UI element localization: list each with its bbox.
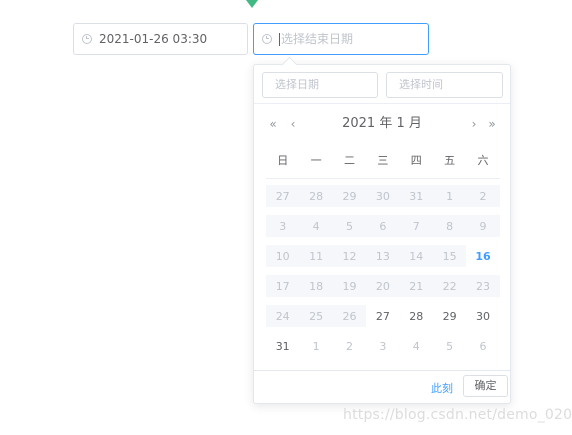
- day-grid: 27 28 29 30 31 1 2 3 4 5 6 7 8 9 10 11 12 13 14 15 16 17 18 19 2…: [266, 181, 500, 361]
- weekday-label: 六: [477, 154, 489, 167]
- week-row: 10 11 12 13 14 15 16: [266, 241, 500, 271]
- week-row: 27 28 29 30 31 1 2: [266, 181, 500, 211]
- day-cell[interactable]: 30: [466, 305, 499, 327]
- weekday-label: 三: [377, 154, 389, 167]
- day-cell: 5: [332, 215, 367, 237]
- day-cell: 28: [299, 185, 333, 207]
- day-cell: 8: [432, 215, 467, 237]
- day-cell: 14: [399, 245, 433, 267]
- day-cell: 7: [399, 215, 433, 237]
- start-datetime-value: 2021-01-26 03:30: [99, 32, 208, 46]
- week-row: 31 1 2 3 4 5 6: [266, 331, 500, 361]
- day-cell: 20: [366, 275, 400, 297]
- day-cell[interactable]: 28: [400, 305, 433, 327]
- end-date-input[interactable]: 选择结束日期: [253, 23, 429, 55]
- weekday-label: 一: [310, 154, 322, 167]
- day-cell[interactable]: 3: [366, 335, 399, 357]
- day-cell: 2: [466, 185, 500, 207]
- day-cell: 29: [332, 185, 367, 207]
- date-picker-panel: 选择日期 选择时间 « ‹ 2021 年 1 月 › » 日 一 二 三 四 五…: [253, 56, 511, 404]
- day-cell: 3: [266, 215, 300, 237]
- day-cell: 4: [299, 215, 333, 237]
- day-cell[interactable]: 27: [366, 305, 399, 327]
- day-cell: 23: [466, 275, 500, 297]
- day-cell: 21: [399, 275, 433, 297]
- day-cell: 12: [332, 245, 367, 267]
- weekday-header: 日 一 二 三 四 五 六: [266, 153, 500, 169]
- end-date-placeholder: 选择结束日期: [279, 31, 354, 46]
- day-cell-today[interactable]: 16: [466, 245, 499, 267]
- day-cell: 10: [266, 245, 300, 267]
- day-cell[interactable]: 29: [433, 305, 466, 327]
- day-cell: 13: [366, 245, 400, 267]
- day-cell: 9: [466, 215, 500, 237]
- day-cell: 27: [266, 185, 300, 207]
- day-cell: 25: [299, 305, 333, 327]
- weekday-divider: [266, 178, 500, 179]
- day-cell[interactable]: 4: [400, 335, 433, 357]
- time-input[interactable]: 选择时间: [386, 72, 503, 98]
- panel-footer: 此刻 确定: [254, 370, 510, 403]
- day-cell: 19: [332, 275, 367, 297]
- weekday-label: 二: [343, 154, 355, 167]
- weekday-label: 四: [410, 154, 422, 167]
- week-row: 24 25 26 27 28 29 30: [266, 301, 500, 331]
- calendar-header: « ‹ 2021 年 1 月 › »: [254, 113, 510, 135]
- marker-triangle: [246, 0, 258, 8]
- day-cell: 31: [399, 185, 433, 207]
- day-cell[interactable]: 1: [299, 335, 332, 357]
- day-cell[interactable]: 31: [266, 335, 299, 357]
- clock-icon: [262, 34, 272, 44]
- next-year-button[interactable]: »: [484, 113, 500, 135]
- clock-icon: [82, 34, 92, 44]
- next-month-button[interactable]: ›: [466, 113, 482, 135]
- weekday-label: 日: [277, 154, 289, 167]
- day-cell: 11: [299, 245, 333, 267]
- day-cell: 1: [432, 185, 467, 207]
- start-datetime-input[interactable]: 2021-01-26 03:30: [73, 23, 248, 55]
- day-cell: 15: [432, 245, 467, 267]
- day-cell[interactable]: 6: [466, 335, 499, 357]
- week-row: 3456789: [266, 211, 500, 241]
- day-cell: 24: [266, 305, 300, 327]
- day-cell: 18: [299, 275, 333, 297]
- date-input[interactable]: 选择日期: [262, 72, 378, 98]
- day-cell: 30: [366, 185, 400, 207]
- panel-pointer: [281, 56, 298, 73]
- confirm-button[interactable]: 确定: [463, 375, 508, 397]
- watermark: https://blog.csdn.net/demo_020: [343, 407, 572, 423]
- day-cell: 22: [432, 275, 467, 297]
- day-cell: 6: [366, 215, 400, 237]
- day-cell: 17: [266, 275, 300, 297]
- day-cell: 26: [332, 305, 367, 327]
- day-cell[interactable]: 5: [433, 335, 466, 357]
- now-link[interactable]: 此刻: [431, 380, 453, 396]
- day-cell[interactable]: 2: [333, 335, 366, 357]
- divider: [254, 103, 510, 104]
- week-row: 17 18 19 20 21 22 23: [266, 271, 500, 301]
- weekday-label: 五: [444, 154, 456, 167]
